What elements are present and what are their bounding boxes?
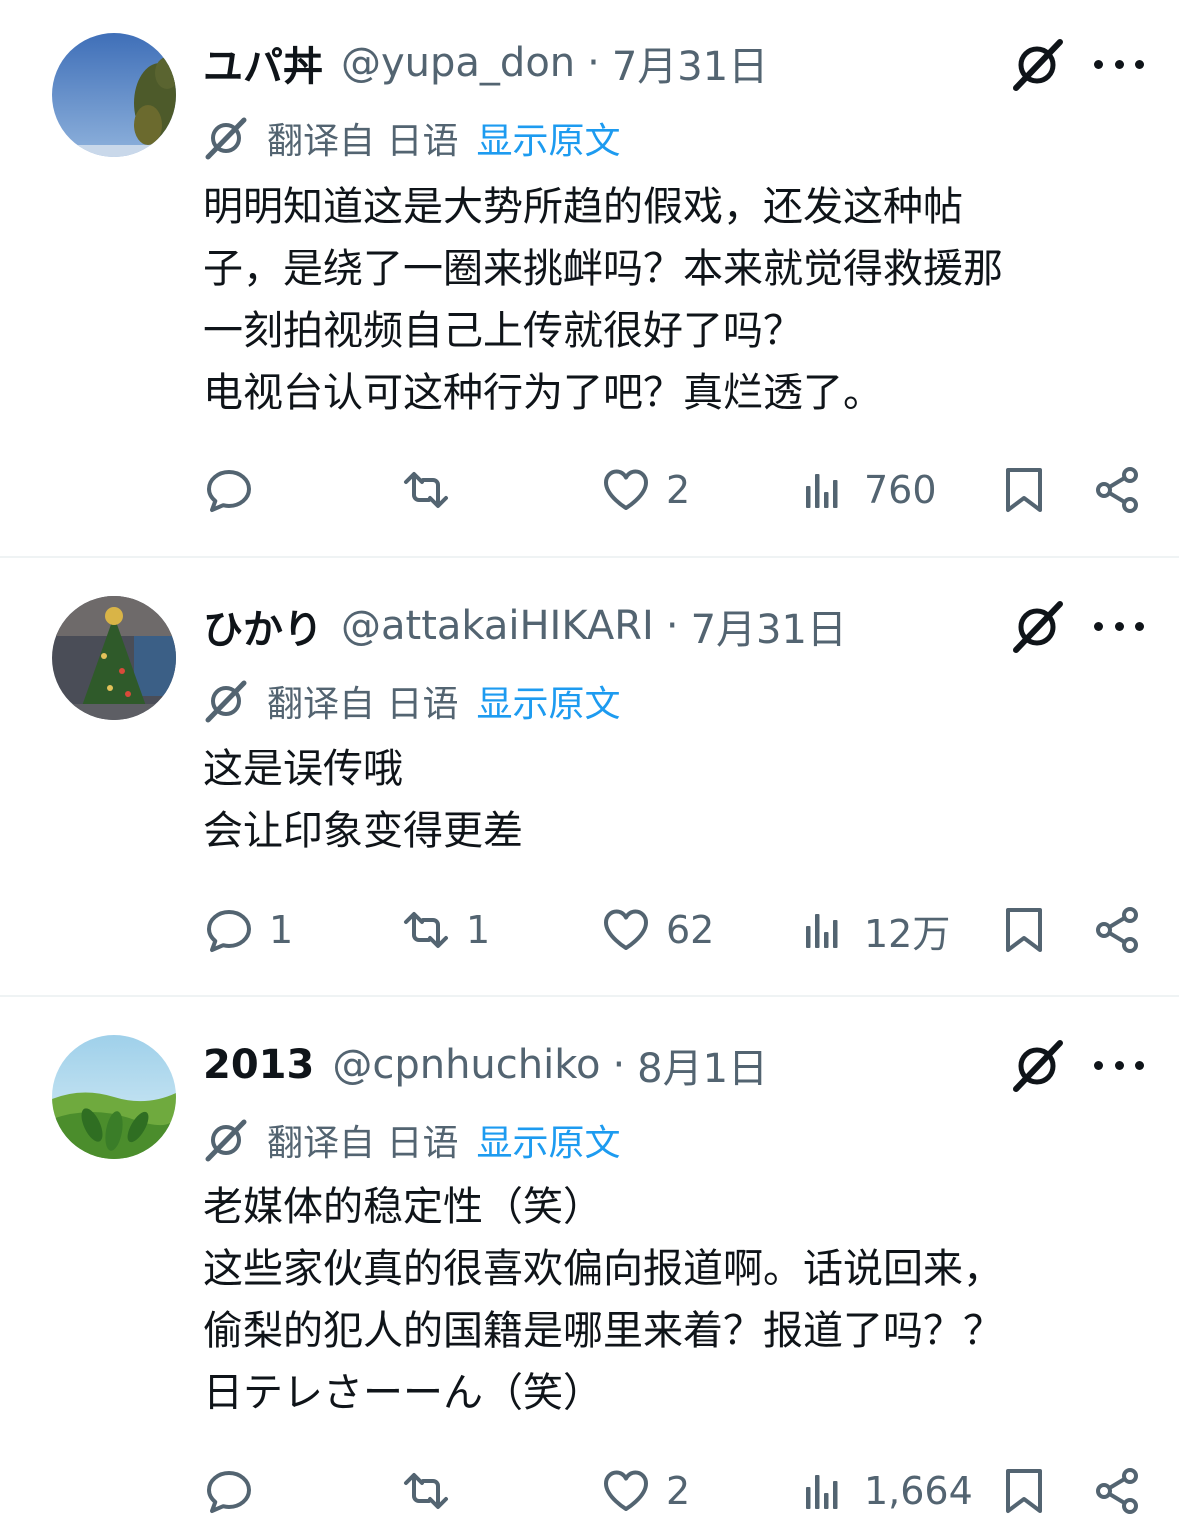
reply-button[interactable] (203, 1461, 269, 1521)
retweet-icon (404, 912, 448, 948)
tweet-text-line: 这是误传哦 (203, 746, 403, 792)
share-icon (1096, 467, 1138, 513)
translation-bar: 翻译自 日语 显示原文 (203, 675, 620, 727)
views-button[interactable]: 1,664 (798, 1461, 973, 1521)
display-name[interactable]: ひかり (203, 597, 323, 655)
more-icon[interactable] (1094, 44, 1144, 84)
tweet-date[interactable]: 7月31日 (612, 34, 768, 92)
bookmark-button[interactable] (998, 460, 1050, 520)
tweet-1[interactable]: ユパ丼 @yupa_don · 7月31日 翻译自 日语 显示原文 明明知道这是… (0, 0, 1179, 557)
user-handle[interactable]: @cpnhuchiko (332, 1042, 600, 1088)
grok-icon[interactable] (1008, 598, 1066, 656)
translated-from-label: 翻译自 日语 (267, 1123, 459, 1164)
tweet-header: ユパ丼 @yupa_don · 7月31日 (203, 33, 768, 93)
action-bar: 2 1,664 (0, 1461, 1179, 1521)
view-count: 760 (864, 468, 937, 512)
grok-translate-icon (205, 680, 247, 723)
like-icon (604, 469, 648, 510)
like-button[interactable]: 62 (600, 900, 714, 960)
view-count: 12万 (864, 911, 951, 956)
separator-dot: · (612, 1042, 626, 1088)
retweet-button[interactable]: 1 (400, 900, 490, 960)
grok-icon[interactable] (1008, 1037, 1066, 1095)
like-count: 62 (666, 908, 715, 952)
grok-icon[interactable] (1008, 36, 1066, 94)
retweet-icon (404, 1473, 448, 1509)
separator-dot: · (665, 603, 679, 649)
tweet-text-line: 电视台认可这种行为了吧？真烂透了。 (203, 370, 883, 416)
tweet-text: 明明知道这是大势所趋的假戏，还发这种帖 子，是绕了一圈来挑衅吗？本来就觉得救援那… (203, 176, 1143, 424)
bookmark-icon (1006, 468, 1042, 512)
bookmark-icon (1006, 1469, 1042, 1513)
avatar[interactable] (52, 596, 176, 720)
tweet-text-line: 日テレさーーん（笑） (203, 1370, 603, 1416)
views-icon (806, 474, 838, 508)
like-count: 2 (666, 468, 691, 512)
retweet-button[interactable] (400, 1461, 466, 1521)
tweet-text-line: 明明知道这是大势所趋的假戏，还发这种帖 (203, 184, 963, 230)
show-original-link[interactable]: 显示原文 (476, 1114, 620, 1166)
reply-icon (207, 910, 251, 952)
show-original-link[interactable]: 显示原文 (476, 112, 620, 164)
tweet-header: ひかり @attakaiHIKARI · 7月31日 (203, 596, 847, 656)
tweet-text-line: 这些家伙真的很喜欢偏向报道啊。话说回来， (203, 1246, 1003, 1292)
bookmark-button[interactable] (998, 1461, 1050, 1521)
reply-icon (207, 470, 251, 512)
grok-translate-icon (205, 117, 247, 160)
tweet-3[interactable]: 2013 @cpnhuchiko · 8月1日 翻译自 日语 显示原文 老媒体的… (0, 997, 1179, 1540)
views-button[interactable]: 760 (798, 460, 937, 520)
reply-count: 1 (269, 908, 294, 952)
action-bar: 2 760 (0, 460, 1179, 520)
display-name[interactable]: 2013 (203, 1042, 314, 1088)
retweet-button[interactable] (400, 460, 466, 520)
share-button[interactable] (1092, 460, 1144, 520)
translation-bar: 翻译自 日语 显示原文 (203, 112, 620, 164)
like-button[interactable]: 2 (600, 1461, 690, 1521)
grok-translate-icon (205, 1119, 247, 1162)
reply-icon (207, 1471, 251, 1513)
more-icon[interactable] (1094, 1045, 1144, 1085)
views-button[interactable]: 12万 (798, 900, 950, 960)
views-icon (806, 1475, 838, 1509)
action-bar: 1 1 62 12万 (0, 900, 1179, 960)
avatar[interactable] (52, 1035, 176, 1159)
translation-bar: 翻译自 日语 显示原文 (203, 1114, 620, 1166)
retweet-icon (404, 472, 448, 508)
tweet-2[interactable]: ひかり @attakaiHIKARI · 7月31日 翻译自 日语 显示原文 这… (0, 558, 1179, 996)
like-icon (604, 909, 648, 950)
share-icon (1096, 907, 1138, 953)
user-handle[interactable]: @yupa_don (341, 40, 575, 86)
tweet-date[interactable]: 8月1日 (637, 1036, 768, 1094)
tweet-text-line: 子，是绕了一圈来挑衅吗？本来就觉得救援那 (203, 246, 1003, 292)
like-icon (604, 1470, 648, 1511)
views-icon (806, 914, 838, 948)
tweet-text: 老媒体的稳定性（笑） 这些家伙真的很喜欢偏向报道啊。话说回来， 偷梨的犯人的国籍… (203, 1176, 1143, 1424)
like-button[interactable]: 2 (600, 460, 690, 520)
share-button[interactable] (1092, 1461, 1144, 1521)
bookmark-button[interactable] (998, 900, 1050, 960)
translated-from-label: 翻译自 日语 (267, 684, 459, 725)
user-handle[interactable]: @attakaiHIKARI (341, 603, 654, 649)
reply-button[interactable] (203, 460, 269, 520)
tweet-text-line: 一刻拍视频自己上传就很好了吗？ (203, 308, 803, 354)
reply-button[interactable]: 1 (203, 900, 293, 960)
tweet-date[interactable]: 7月31日 (691, 597, 847, 655)
share-button[interactable] (1092, 900, 1144, 960)
tweet-text-line: 偷梨的犯人的国籍是哪里来着？报道了吗？？ (203, 1308, 1003, 1354)
show-original-link[interactable]: 显示原文 (476, 675, 620, 727)
bookmark-icon (1006, 908, 1042, 952)
separator-dot: · (587, 40, 600, 86)
more-icon[interactable] (1094, 606, 1144, 646)
translated-from-label: 翻译自 日语 (267, 121, 459, 162)
retweet-count: 1 (466, 908, 491, 952)
tweet-text-line: 老媒体的稳定性（笑） (203, 1184, 603, 1230)
view-count: 1,664 (864, 1469, 973, 1513)
display-name[interactable]: ユパ丼 (203, 34, 323, 92)
share-icon (1096, 1468, 1138, 1514)
tweet-text-line: 会让印象变得更差 (203, 808, 523, 854)
like-count: 2 (666, 1469, 691, 1513)
tweet-header: 2013 @cpnhuchiko · 8月1日 (203, 1035, 768, 1095)
tweet-text: 这是误传哦 会让印象变得更差 (203, 738, 1143, 862)
avatar[interactable] (52, 33, 176, 157)
